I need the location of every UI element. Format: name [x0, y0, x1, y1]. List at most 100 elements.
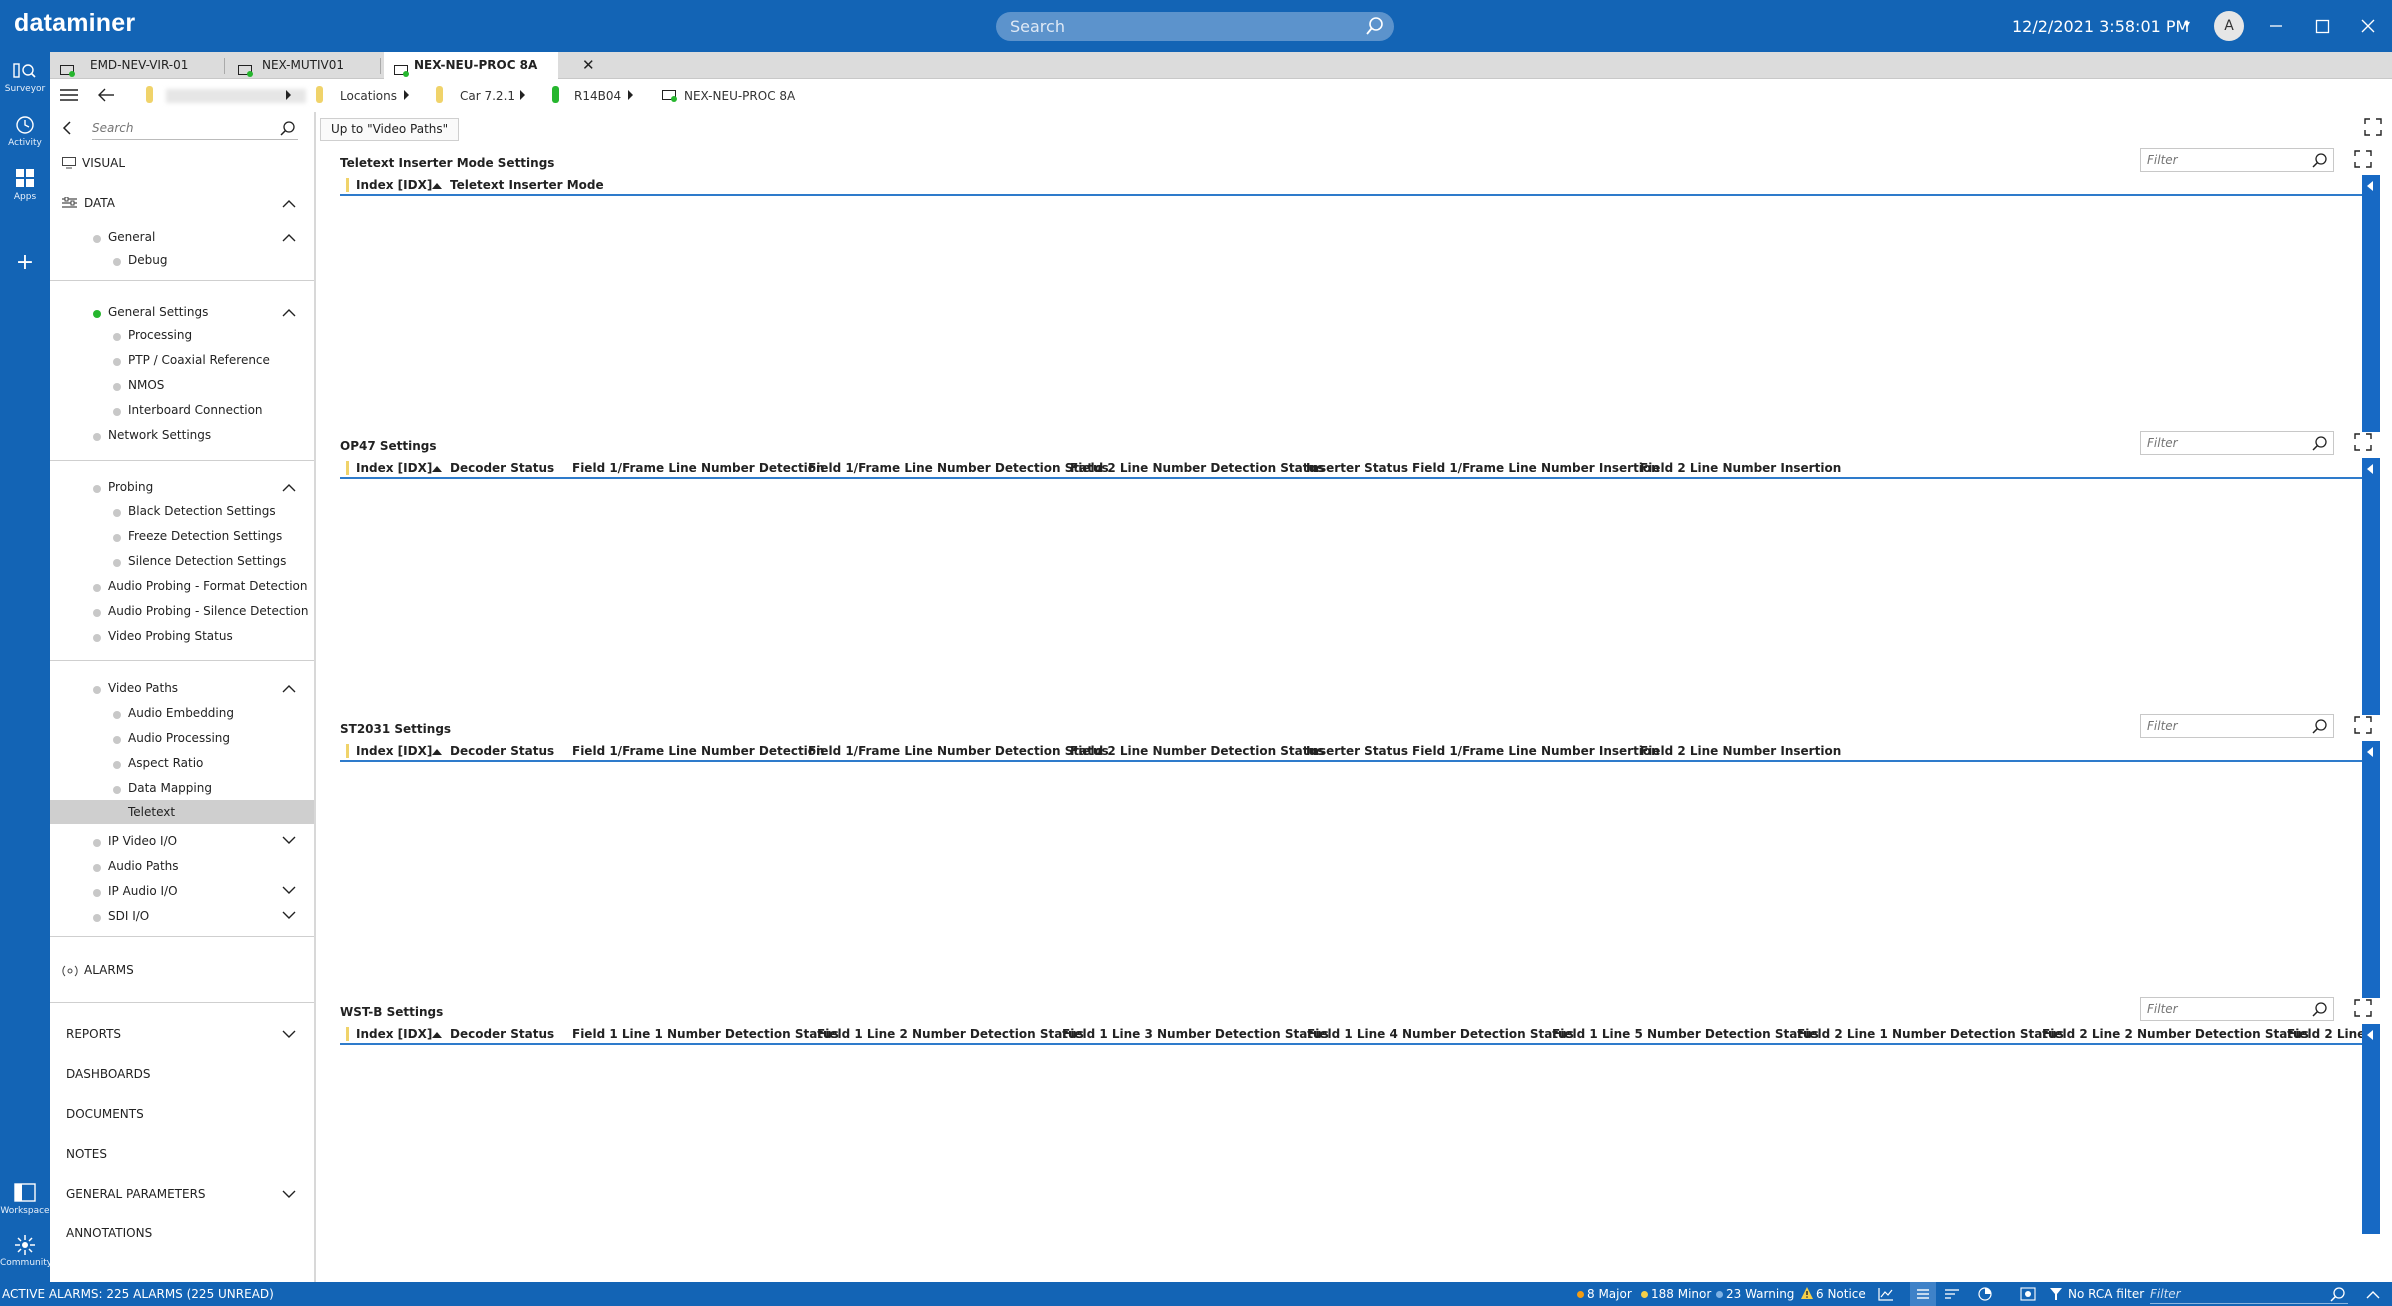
column-header[interactable]: Field 2 Line 2 Number Detection Status: [2042, 1027, 2309, 1041]
table-filter-input[interactable]: [2147, 1001, 2307, 1017]
column-header[interactable]: Field 1/Frame Line Number Insertion: [1412, 461, 1660, 475]
hamburger-menu-icon[interactable]: [60, 88, 80, 105]
minimize-icon[interactable]: [2264, 14, 2288, 38]
column-header[interactable]: Field 1 Line 4 Number Detection Status: [1307, 1027, 1574, 1041]
nav-audio-probing-format-detection[interactable]: Audio Probing - Format Detection: [108, 579, 308, 593]
nav-aspect-ratio[interactable]: Aspect Ratio: [128, 756, 203, 770]
nav-general-settings[interactable]: General Settings: [108, 305, 208, 319]
add-app-icon[interactable]: +: [0, 250, 50, 275]
section-annotations[interactable]: ANNOTATIONS: [66, 1226, 152, 1240]
nav-processing[interactable]: Processing: [128, 328, 192, 342]
column-header[interactable]: Field 1/Frame Line Number Detection Stat…: [808, 461, 1109, 475]
section-general-parameters[interactable]: GENERAL PARAMETERS: [66, 1187, 206, 1201]
section-dashboards[interactable]: DASHBOARDS: [66, 1067, 151, 1081]
column-header[interactable]: Inserter Status: [1306, 744, 1408, 758]
details-pane-toggle[interactable]: [2362, 1024, 2380, 1234]
column-header[interactable]: Field 1 Line 3 Number Detection Status: [1062, 1027, 1329, 1041]
column-header[interactable]: Field 1 Line 2 Number Detection Status: [817, 1027, 1084, 1041]
tab-emd-nev-vir-01[interactable]: EMD-NEV-VIR-01: [50, 52, 222, 79]
close-tab-icon[interactable]: ✕: [582, 52, 595, 79]
chevron-up-icon[interactable]: [282, 684, 296, 693]
nav-audio-paths[interactable]: Audio Paths: [108, 859, 179, 873]
nav-general[interactable]: General: [108, 230, 155, 244]
column-header[interactable]: Field 2 Line Number Insertion: [1640, 461, 1841, 475]
column-header[interactable]: Decoder Status: [450, 1027, 554, 1041]
status-filter[interactable]: [2150, 1284, 2348, 1304]
details-pane-toggle[interactable]: [2362, 458, 2380, 715]
breadcrumb-element[interactable]: NEX-NEU-PROC 8A: [684, 89, 795, 103]
column-header[interactable]: Field 2 Line Number Insertion: [1640, 744, 1841, 758]
breadcrumb-rack[interactable]: R14B04: [574, 89, 621, 103]
chevron-down-icon[interactable]: [282, 886, 296, 895]
chevron-up-icon[interactable]: [282, 233, 296, 242]
fullscreen-icon[interactable]: [2354, 433, 2372, 454]
table-filter-input[interactable]: [2147, 435, 2307, 451]
section-alarms[interactable]: ALARMS: [84, 963, 134, 977]
details-pane-toggle[interactable]: [2362, 741, 2380, 998]
nav-probing[interactable]: Probing: [108, 480, 153, 494]
trend-chart-icon[interactable]: [1878, 1287, 1894, 1304]
section-notes[interactable]: NOTES: [66, 1147, 107, 1161]
minor-count[interactable]: 188 Minor: [1651, 1287, 1711, 1301]
clock-dropdown-icon[interactable]: ▾: [2184, 17, 2190, 31]
sort-ascending-icon[interactable]: [432, 1032, 442, 1038]
column-header[interactable]: Index [IDX]: [356, 178, 432, 192]
column-header[interactable]: Field 1 Line 1 Number Detection Status: [572, 1027, 839, 1041]
nav-video-probing-status[interactable]: Video Probing Status: [108, 629, 233, 643]
breadcrumb-arrow-icon[interactable]: [520, 90, 525, 100]
breadcrumb-locations[interactable]: Locations: [340, 89, 397, 103]
chevron-up-icon[interactable]: [2366, 1289, 2380, 1303]
fullscreen-icon[interactable]: [2364, 118, 2382, 139]
table-filter[interactable]: [2140, 148, 2334, 172]
alarm-list-button[interactable]: [1910, 1282, 1936, 1306]
breadcrumb-root-view[interactable]: [166, 89, 306, 103]
rail-community[interactable]: Community: [0, 1234, 52, 1268]
sort-ascending-icon[interactable]: [432, 749, 442, 755]
column-header[interactable]: Field 1/Frame Line Number Detection Stat…: [808, 744, 1109, 758]
nav-data-mapping[interactable]: Data Mapping: [128, 781, 212, 795]
fullscreen-icon[interactable]: [2354, 999, 2372, 1020]
chevron-up-icon[interactable]: [282, 308, 296, 317]
chevron-down-icon[interactable]: [282, 1030, 296, 1039]
nav-ptp-coaxial-reference[interactable]: PTP / Coaxial Reference: [128, 353, 270, 367]
tab-nex-mutiv01[interactable]: NEX-MUTIV01: [228, 52, 378, 79]
sort-ascending-icon[interactable]: [432, 466, 442, 472]
section-documents[interactable]: DOCUMENTS: [66, 1107, 144, 1121]
nav-sdi-io[interactable]: SDI I/O: [108, 909, 149, 923]
column-header[interactable]: Field 1/Frame Line Number Detection: [572, 744, 825, 758]
nav-ip-audio-io[interactable]: IP Audio I/O: [108, 884, 178, 898]
rail-activity[interactable]: Activity: [0, 114, 50, 148]
breadcrumb-arrow-icon[interactable]: [404, 90, 409, 100]
warning-count[interactable]: 23 Warning: [1726, 1287, 1794, 1301]
column-header[interactable]: Field 2 Line 3 Number Detection Status: [2287, 1027, 2362, 1041]
fullscreen-icon[interactable]: [2354, 716, 2372, 737]
search-icon[interactable]: [2330, 1286, 2346, 1305]
history-clock-icon[interactable]: [1978, 1287, 1994, 1304]
section-reports[interactable]: REPORTS: [66, 1027, 121, 1041]
column-header[interactable]: Field 2 Line 1 Number Detection Status: [1797, 1027, 2064, 1041]
nav-network-settings[interactable]: Network Settings: [108, 428, 211, 442]
notice-count[interactable]: 6 Notice: [1816, 1287, 1866, 1301]
column-header[interactable]: Index [IDX]: [356, 1027, 432, 1041]
column-header[interactable]: Field 2 Line Number Detection Status: [1070, 461, 1324, 475]
user-avatar[interactable]: A: [2214, 11, 2244, 41]
rca-filter-label[interactable]: No RCA filter: [2068, 1287, 2144, 1301]
sort-lines-icon[interactable]: [1944, 1287, 1960, 1304]
chevron-up-icon[interactable]: [282, 483, 296, 492]
global-search-input[interactable]: [1010, 12, 1350, 41]
search-icon[interactable]: [2312, 718, 2328, 737]
nav-ip-video-io[interactable]: IP Video I/O: [108, 834, 177, 848]
chevron-up-icon[interactable]: [282, 199, 296, 208]
breadcrumb-arrow-icon[interactable]: [628, 90, 633, 100]
column-header[interactable]: Field 1/Frame Line Number Detection: [572, 461, 825, 475]
breadcrumb-car[interactable]: Car 7.2.1: [460, 89, 515, 103]
chevron-down-icon[interactable]: [282, 1190, 296, 1199]
column-header[interactable]: Field 2 Line Number Detection Status: [1070, 744, 1324, 758]
status-filter-input[interactable]: [2150, 1284, 2320, 1303]
column-header[interactable]: Teletext Inserter Mode: [450, 178, 604, 192]
breadcrumb-arrow-icon[interactable]: [286, 90, 291, 100]
back-arrow-icon[interactable]: [97, 88, 115, 105]
rca-target-icon[interactable]: [2020, 1287, 2036, 1304]
column-header[interactable]: Inserter Status: [1306, 461, 1408, 475]
table-filter-input[interactable]: [2147, 152, 2307, 168]
